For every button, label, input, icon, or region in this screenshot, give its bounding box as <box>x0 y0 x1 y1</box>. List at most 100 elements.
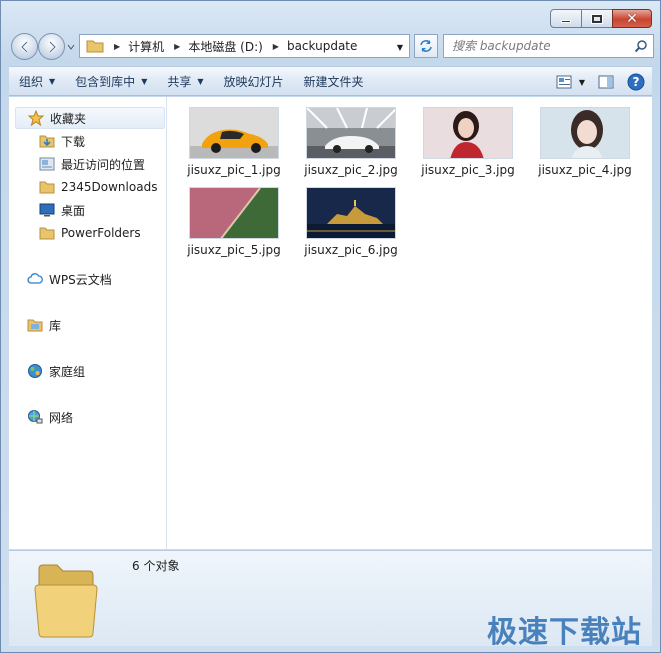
nav-item-label: PowerFolders <box>61 226 141 240</box>
view-options-dropdown[interactable]: ▼ <box>576 70 588 94</box>
folder-icon <box>39 179 55 195</box>
file-tile[interactable]: jisuxz_pic_3.jpg <box>416 97 520 177</box>
nav-wps-label: WPS云文档 <box>49 272 112 287</box>
car-showroom-photo-icon <box>307 108 395 158</box>
folder-icon <box>86 40 104 53</box>
nav-item-downloads[interactable]: 下载 <box>39 130 85 152</box>
nav-item-powerfolders[interactable]: PowerFolders <box>39 222 141 244</box>
file-name: jisuxz_pic_1.jpg <box>187 163 281 177</box>
help-button[interactable]: ? <box>624 70 648 94</box>
nav-item-label: 下载 <box>61 134 86 149</box>
nav-item-label: 2345Downloads <box>61 180 158 194</box>
file-tile[interactable]: jisuxz_pic_2.jpg <box>299 97 403 177</box>
maximize-button[interactable] <box>581 9 613 28</box>
search-box <box>443 34 654 58</box>
chevron-down-icon: ▼ <box>197 76 204 86</box>
network-icon <box>27 409 43 425</box>
nav-network-label: 网络 <box>49 410 74 425</box>
breadcrumb-separator[interactable]: ▶ <box>174 42 180 51</box>
content-panes: 收藏夹 下载 最近访问的位置 2345Downloads 桌面 PowerFol… <box>9 97 652 549</box>
include-in-library-label: 包含到库中 <box>75 74 136 89</box>
preview-pane-button[interactable] <box>594 70 618 94</box>
chevron-down-icon: ▼ <box>141 76 148 86</box>
organize-menu[interactable]: 组织 ▼ <box>9 69 65 93</box>
desktop-icon <box>39 202 55 218</box>
refresh-icon <box>420 40 432 52</box>
night-city-photo-icon <box>307 188 395 238</box>
change-view-button[interactable] <box>552 70 576 94</box>
image-thumbnail <box>189 187 279 239</box>
address-bar[interactable]: ▶ 计算机 ▶ 本地磁盘 (D:) ▶ backupdate ▼ <box>79 34 410 58</box>
refresh-button[interactable] <box>414 34 438 58</box>
include-in-library-menu[interactable]: 包含到库中 ▼ <box>65 69 157 93</box>
portrait-photo-icon <box>541 108 629 158</box>
file-tile[interactable]: jisuxz_pic_1.jpg <box>182 97 286 177</box>
back-button[interactable] <box>11 33 38 60</box>
nav-network[interactable]: 网络 <box>27 406 73 428</box>
file-name: jisuxz_pic_4.jpg <box>538 163 632 177</box>
preview-pane-icon <box>598 75 614 89</box>
maximize-icon <box>592 14 602 23</box>
nav-item-label: 最近访问的位置 <box>61 157 146 172</box>
chevron-down-icon: ▼ <box>578 77 586 87</box>
search-icon[interactable] <box>634 39 648 53</box>
nav-homegroup[interactable]: 家庭组 <box>27 360 85 382</box>
organize-label: 组织 <box>19 74 44 89</box>
library-icon <box>27 317 43 333</box>
breadcrumb-drive-d[interactable]: 本地磁盘 (D:) <box>188 38 262 55</box>
nav-item-2345downloads[interactable]: 2345Downloads <box>39 176 157 198</box>
nav-item-recent-places[interactable]: 最近访问的位置 <box>39 153 145 175</box>
image-thumbnail <box>540 107 630 159</box>
file-name: jisuxz_pic_6.jpg <box>304 243 398 257</box>
forward-button[interactable] <box>38 33 65 60</box>
file-tile[interactable]: jisuxz_pic_4.jpg <box>533 97 637 177</box>
folder-icon <box>34 564 98 638</box>
new-folder-button[interactable]: 新建文件夹 <box>294 69 374 93</box>
share-menu[interactable]: 共享 ▼ <box>157 69 213 93</box>
navigation-pane: 收藏夹 下载 最近访问的位置 2345Downloads 桌面 PowerFol… <box>9 97 167 549</box>
slideshow-button[interactable]: 放映幻灯片 <box>214 69 294 93</box>
folder-icon <box>39 225 55 241</box>
file-name: jisuxz_pic_2.jpg <box>304 163 398 177</box>
nav-homegroup-label: 家庭组 <box>49 364 86 379</box>
chevron-down-icon: ▼ <box>49 76 56 86</box>
file-list: jisuxz_pic_1.jpg jisuxz_pic_2.jpg jisuxz… <box>168 97 652 549</box>
nav-item-desktop[interactable]: 桌面 <box>39 199 85 221</box>
file-tile[interactable]: jisuxz_pic_5.jpg <box>182 177 286 257</box>
recent-pages-dropdown[interactable] <box>67 43 75 51</box>
file-tile[interactable]: jisuxz_pic_6.jpg <box>299 177 403 257</box>
breadcrumb-separator[interactable]: ▶ <box>273 42 279 51</box>
breadcrumb-backupdate[interactable]: backupdate <box>287 39 357 53</box>
svg-text:?: ? <box>633 75 640 89</box>
nav-favorites[interactable]: 收藏夹 <box>15 107 165 129</box>
share-label: 共享 <box>167 74 192 89</box>
breadcrumb-separator[interactable]: ▶ <box>114 42 120 51</box>
close-button[interactable]: ✕ <box>612 9 652 28</box>
recent-places-icon <box>39 156 55 172</box>
caption-buttons: ✕ <box>550 9 652 28</box>
nav-item-label: 桌面 <box>61 203 86 218</box>
details-pane: 6 个对象 极速下载站 <box>9 550 652 650</box>
address-dropdown-icon[interactable]: ▼ <box>397 43 403 52</box>
nav-library[interactable]: 库 <box>27 314 61 336</box>
item-count: 6 个对象 <box>132 559 180 573</box>
portrait-photo-icon <box>424 108 512 158</box>
file-name: jisuxz_pic_3.jpg <box>421 163 515 177</box>
downloads-folder-icon <box>39 133 55 149</box>
cloud-icon <box>27 271 43 287</box>
slideshow-label: 放映幻灯片 <box>223 74 284 89</box>
new-folder-label: 新建文件夹 <box>303 74 364 89</box>
nav-wps-cloud[interactable]: WPS云文档 <box>27 268 112 290</box>
help-icon: ? <box>627 73 645 91</box>
watermark-logo: 极速下载站 <box>487 615 642 650</box>
homegroup-icon <box>27 363 43 379</box>
view-icon <box>556 75 572 89</box>
search-input[interactable] <box>452 35 632 57</box>
close-icon: ✕ <box>626 10 638 27</box>
image-thumbnail <box>306 187 396 239</box>
minimize-button[interactable] <box>550 9 582 28</box>
breadcrumb-computer[interactable]: 计算机 <box>128 38 164 55</box>
explorer-window: ✕ ▶ 计算机 ▶ 本地磁盘 (D:) ▶ backupdate ▼ 组织 ▼ <box>0 0 661 653</box>
file-name: jisuxz_pic_5.jpg <box>187 243 281 257</box>
aerial-landscape-photo-icon <box>190 188 278 238</box>
